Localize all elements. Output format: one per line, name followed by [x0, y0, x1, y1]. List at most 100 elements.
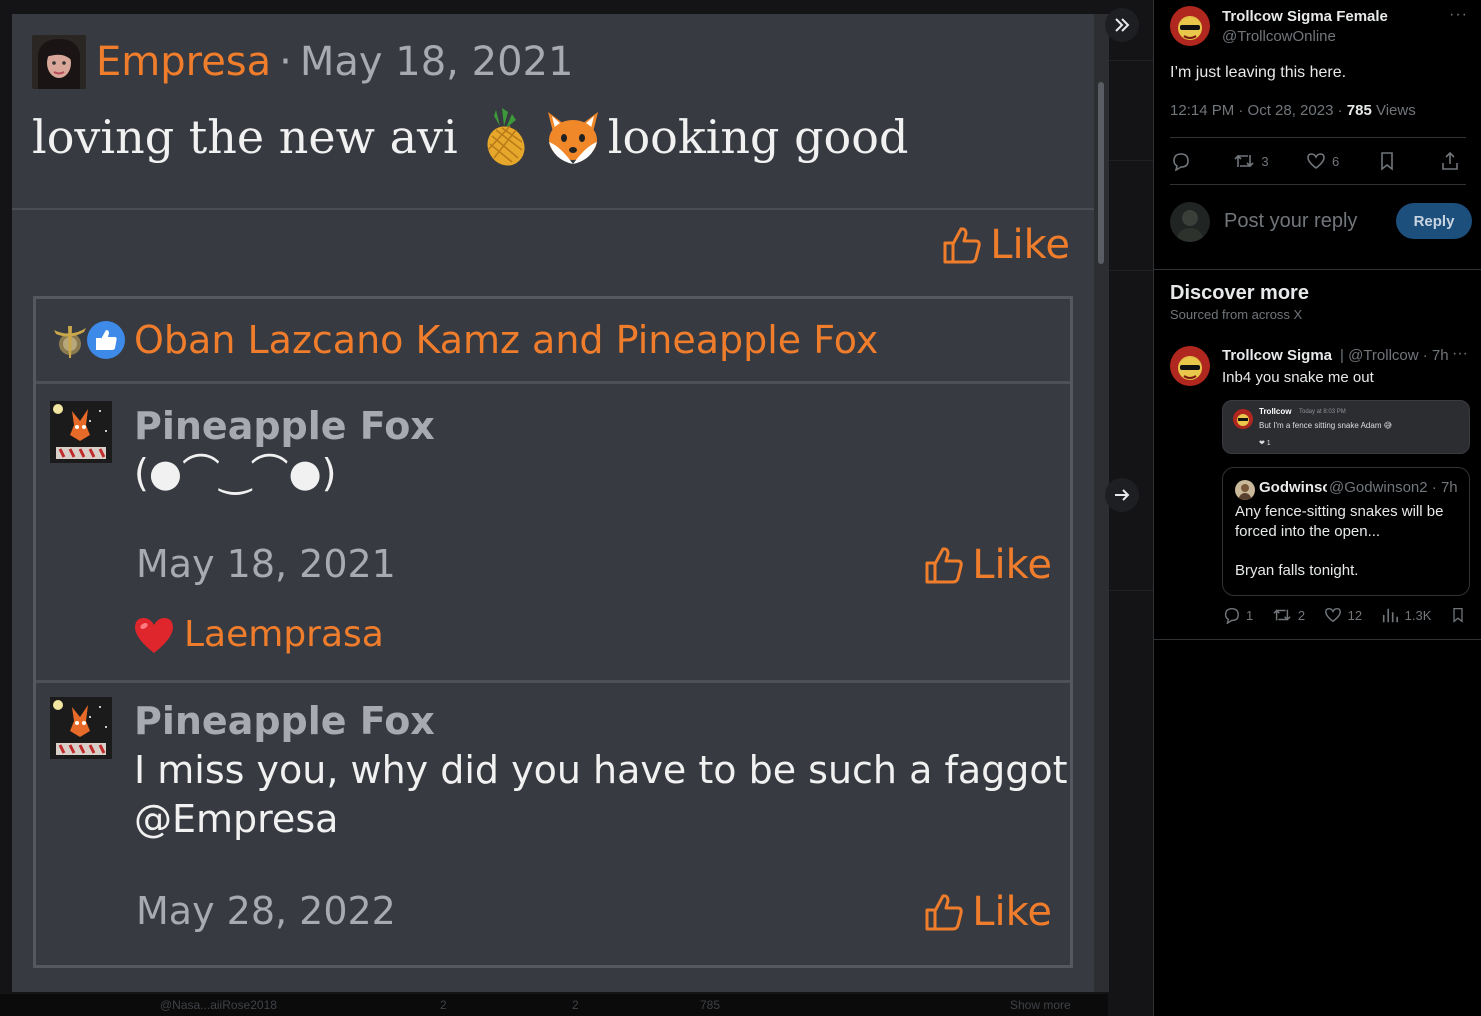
tweet-author-name[interactable]: Trollcow Sigma Female	[1222, 8, 1388, 25]
post-text-start: loving the new avi	[32, 110, 458, 164]
retweet-icon	[1273, 609, 1291, 621]
tweet: Trollcow Sigma Female @TrollcowOnline ··…	[1154, 0, 1481, 270]
post-author[interactable]: Empresa	[96, 39, 271, 85]
reply-button[interactable]: 1	[1222, 606, 1253, 624]
heart-outline-icon	[1307, 153, 1325, 170]
discord-time: Today at 8:03 PM	[1299, 409, 1346, 415]
screenshot-image: Empresa · May 18, 2021 loving the new av…	[12, 14, 1094, 992]
like-count: 6	[1331, 153, 1340, 169]
retweet-count: 3	[1261, 153, 1269, 169]
reply-like-button[interactable]: Like	[924, 889, 1052, 935]
reply-text: (●⌒‿⌒●)	[134, 451, 337, 495]
thumbs-up-icon	[943, 227, 981, 264]
thumbs-up-icon	[925, 547, 963, 584]
likers-row: Oban Lazcano Kamz and Pineapple Fox	[36, 299, 1070, 384]
tweet-time[interactable]: 12:14 PM · Oct 28, 2023 ·	[1170, 102, 1347, 119]
post-like-button[interactable]: Like	[942, 222, 1070, 268]
discover-author-handle[interactable]: | @Trollcow · 7h	[1340, 347, 1449, 364]
like-button[interactable]: 6	[1306, 151, 1339, 171]
more-options-button[interactable]: ···	[1449, 6, 1468, 24]
tweet-text: I’m just leaving this here.	[1170, 64, 1347, 81]
tweet-views-count: 785	[1346, 102, 1372, 119]
reply-mention[interactable]: @Empresa	[134, 794, 338, 844]
bottom-handle: @Nasa...aiiRose2018	[160, 998, 277, 1012]
backdrop-divider	[1108, 60, 1153, 61]
share-icon	[1442, 151, 1458, 170]
post-text-end: looking good	[607, 110, 909, 164]
double-chevron-right-icon	[1115, 18, 1130, 32]
bottom-retweets: 2	[440, 998, 447, 1012]
post-header: Empresa · May 18, 2021	[32, 34, 573, 90]
like-button[interactable]: 12	[1324, 606, 1362, 624]
tweet-meta: 12:14 PM · Oct 28, 2023 · 785 Views	[1170, 102, 1416, 119]
tweet-actions: 3 6	[1170, 137, 1466, 185]
blue-like-icon	[87, 321, 125, 359]
quote-author-handle: @Godwinson2 · 7h	[1329, 479, 1458, 496]
tweet-views-label: Views	[1371, 102, 1416, 119]
reply-button[interactable]	[1170, 151, 1196, 171]
like-label: Like	[990, 222, 1070, 268]
quoted-tweet[interactable]: Godwinson @Godwinson2 · 7h Any fence-sit…	[1222, 467, 1470, 596]
reply-item: Pineapple Fox (●⌒‿⌒●) May 18, 2021 Like …	[36, 384, 1070, 683]
share-button[interactable]	[1440, 151, 1466, 171]
bookmark-icon	[1380, 152, 1393, 171]
reply-text: I miss you, why did you have to be such …	[134, 748, 1068, 792]
quote-text: Bryan falls tonight.	[1235, 562, 1359, 579]
replies-box: Oban Lazcano Kamz and Pineapple Fox Pine…	[33, 296, 1073, 968]
reply-input[interactable]: Post your reply	[1224, 210, 1357, 233]
likers-text[interactable]: Oban Lazcano Kamz and Pineapple Fox	[134, 318, 878, 362]
bookmark-button[interactable]	[1450, 606, 1472, 624]
tweet-avatar[interactable]	[1170, 6, 1210, 46]
thumbs-up-icon	[925, 894, 963, 931]
retweet-button[interactable]: 3	[1233, 151, 1269, 171]
tweet-author-handle[interactable]: @TrollcowOnline	[1222, 28, 1336, 45]
discord-screenshot[interactable]: Trollcow Today at 8:03 PM But I'm a fenc…	[1222, 400, 1470, 454]
like-count: 12	[1347, 607, 1363, 623]
user-avatar	[1170, 202, 1210, 242]
reply-icon	[1224, 607, 1239, 624]
backdrop-divider	[1108, 160, 1153, 161]
backdrop-divider	[1108, 590, 1153, 591]
quote-author-name: Godwinson	[1259, 479, 1327, 496]
fox-face-icon	[542, 106, 604, 168]
post-date: May 18, 2021	[299, 39, 574, 85]
discover-subtitle: Sourced from across X	[1170, 307, 1303, 322]
discover-author-name[interactable]: Trollcow Sigma	[1222, 347, 1332, 364]
discover-more-section: Discover more Sourced from across X Trol…	[1154, 270, 1481, 640]
reply-icon	[1173, 153, 1189, 171]
quote-text: Any fence-sitting snakes will be forced …	[1235, 503, 1444, 540]
bottom-views: 785	[700, 998, 721, 1012]
reaction-user[interactable]: Laemprasa	[184, 614, 384, 655]
bookmark-button[interactable]	[1377, 151, 1403, 171]
discord-name: Trollcow	[1259, 407, 1292, 416]
scrollbar-thumb[interactable]	[1098, 82, 1104, 264]
reply-like-button[interactable]: Like	[924, 542, 1052, 588]
reply-date: May 18, 2021	[136, 542, 396, 586]
retweet-button[interactable]: 2	[1272, 606, 1305, 624]
reply-submit-button[interactable]: Reply	[1396, 203, 1472, 239]
post-separator: ·	[279, 39, 292, 85]
reply-count: 1	[1246, 607, 1254, 623]
post-body: loving the new avi looking good	[32, 106, 908, 168]
quote-avatar	[1235, 480, 1255, 500]
discord-avatar	[1233, 409, 1253, 429]
reply-author[interactable]: Pineapple Fox	[134, 404, 435, 448]
discover-more-options[interactable]: ···	[1452, 345, 1468, 363]
bookmark-icon	[1453, 607, 1463, 623]
like-label: Like	[972, 889, 1052, 935]
collapse-panel-button[interactable]	[1105, 8, 1139, 42]
reply-avatar	[50, 697, 112, 759]
bottom-likes: 2	[572, 998, 579, 1012]
reply-date: May 28, 2022	[136, 889, 396, 933]
reply-avatar	[50, 401, 112, 463]
discover-avatar[interactable]	[1170, 346, 1210, 386]
bottom-show-more[interactable]: Show more	[1010, 998, 1071, 1012]
views-button[interactable]: 1.3K	[1381, 606, 1431, 624]
author-avatar	[32, 35, 86, 89]
views-icon	[1382, 608, 1398, 623]
right-panel: Trollcow Sigma Female @TrollcowOnline ··…	[1153, 0, 1481, 1016]
marine-emblem-icon	[54, 326, 86, 358]
reply-item: Pineapple Fox I miss you, why did you ha…	[36, 683, 1070, 965]
reply-author[interactable]: Pineapple Fox	[134, 699, 435, 743]
next-image-button[interactable]	[1105, 478, 1139, 512]
